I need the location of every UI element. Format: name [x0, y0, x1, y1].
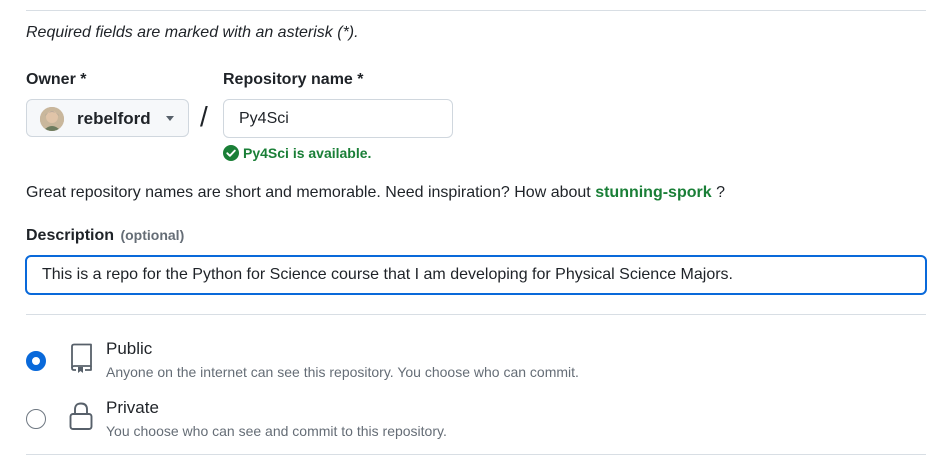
owner-name: rebelford — [77, 109, 151, 128]
repository-name-input[interactable] — [223, 99, 453, 138]
visibility-public-title: Public — [106, 339, 153, 358]
repo-icon — [68, 343, 94, 373]
availability-message: Py4Sci is available. — [223, 145, 371, 161]
visibility-private-radio[interactable] — [26, 409, 46, 429]
visibility-private-title: Private — [106, 398, 159, 417]
availability-text: Py4Sci is available. — [243, 145, 372, 161]
owner-label: Owner * — [26, 71, 87, 88]
description-label: Description (optional) — [26, 227, 184, 245]
visibility-top-divider — [26, 314, 926, 315]
visibility-bottom-divider — [26, 454, 926, 455]
description-label-text: Description — [26, 227, 115, 244]
name-suggestion: Great repository names are short and mem… — [26, 184, 725, 202]
lock-icon — [68, 401, 94, 431]
owner-repo-separator: / — [200, 101, 208, 132]
visibility-private-description: You choose who can see and commit to thi… — [106, 423, 447, 439]
description-input[interactable] — [25, 255, 927, 295]
owner-dropdown-button[interactable]: rebelford — [26, 99, 189, 137]
top-divider — [26, 10, 926, 11]
visibility-public-radio[interactable] — [26, 351, 46, 371]
suggestion-prefix: Great repository names are short and mem… — [26, 184, 596, 201]
suggestion-suffix: ? — [711, 184, 725, 201]
avatar — [40, 107, 64, 131]
optional-hint: (optional) — [120, 227, 185, 243]
visibility-public-description: Anyone on the internet can see this repo… — [106, 364, 579, 380]
caret-down-icon — [166, 116, 174, 121]
repository-name-label: Repository name * — [223, 71, 364, 88]
suggested-name-link[interactable]: stunning-spork — [595, 184, 711, 201]
required-fields-note: Required fields are marked with an aster… — [26, 24, 359, 41]
check-circle-icon — [223, 145, 239, 161]
